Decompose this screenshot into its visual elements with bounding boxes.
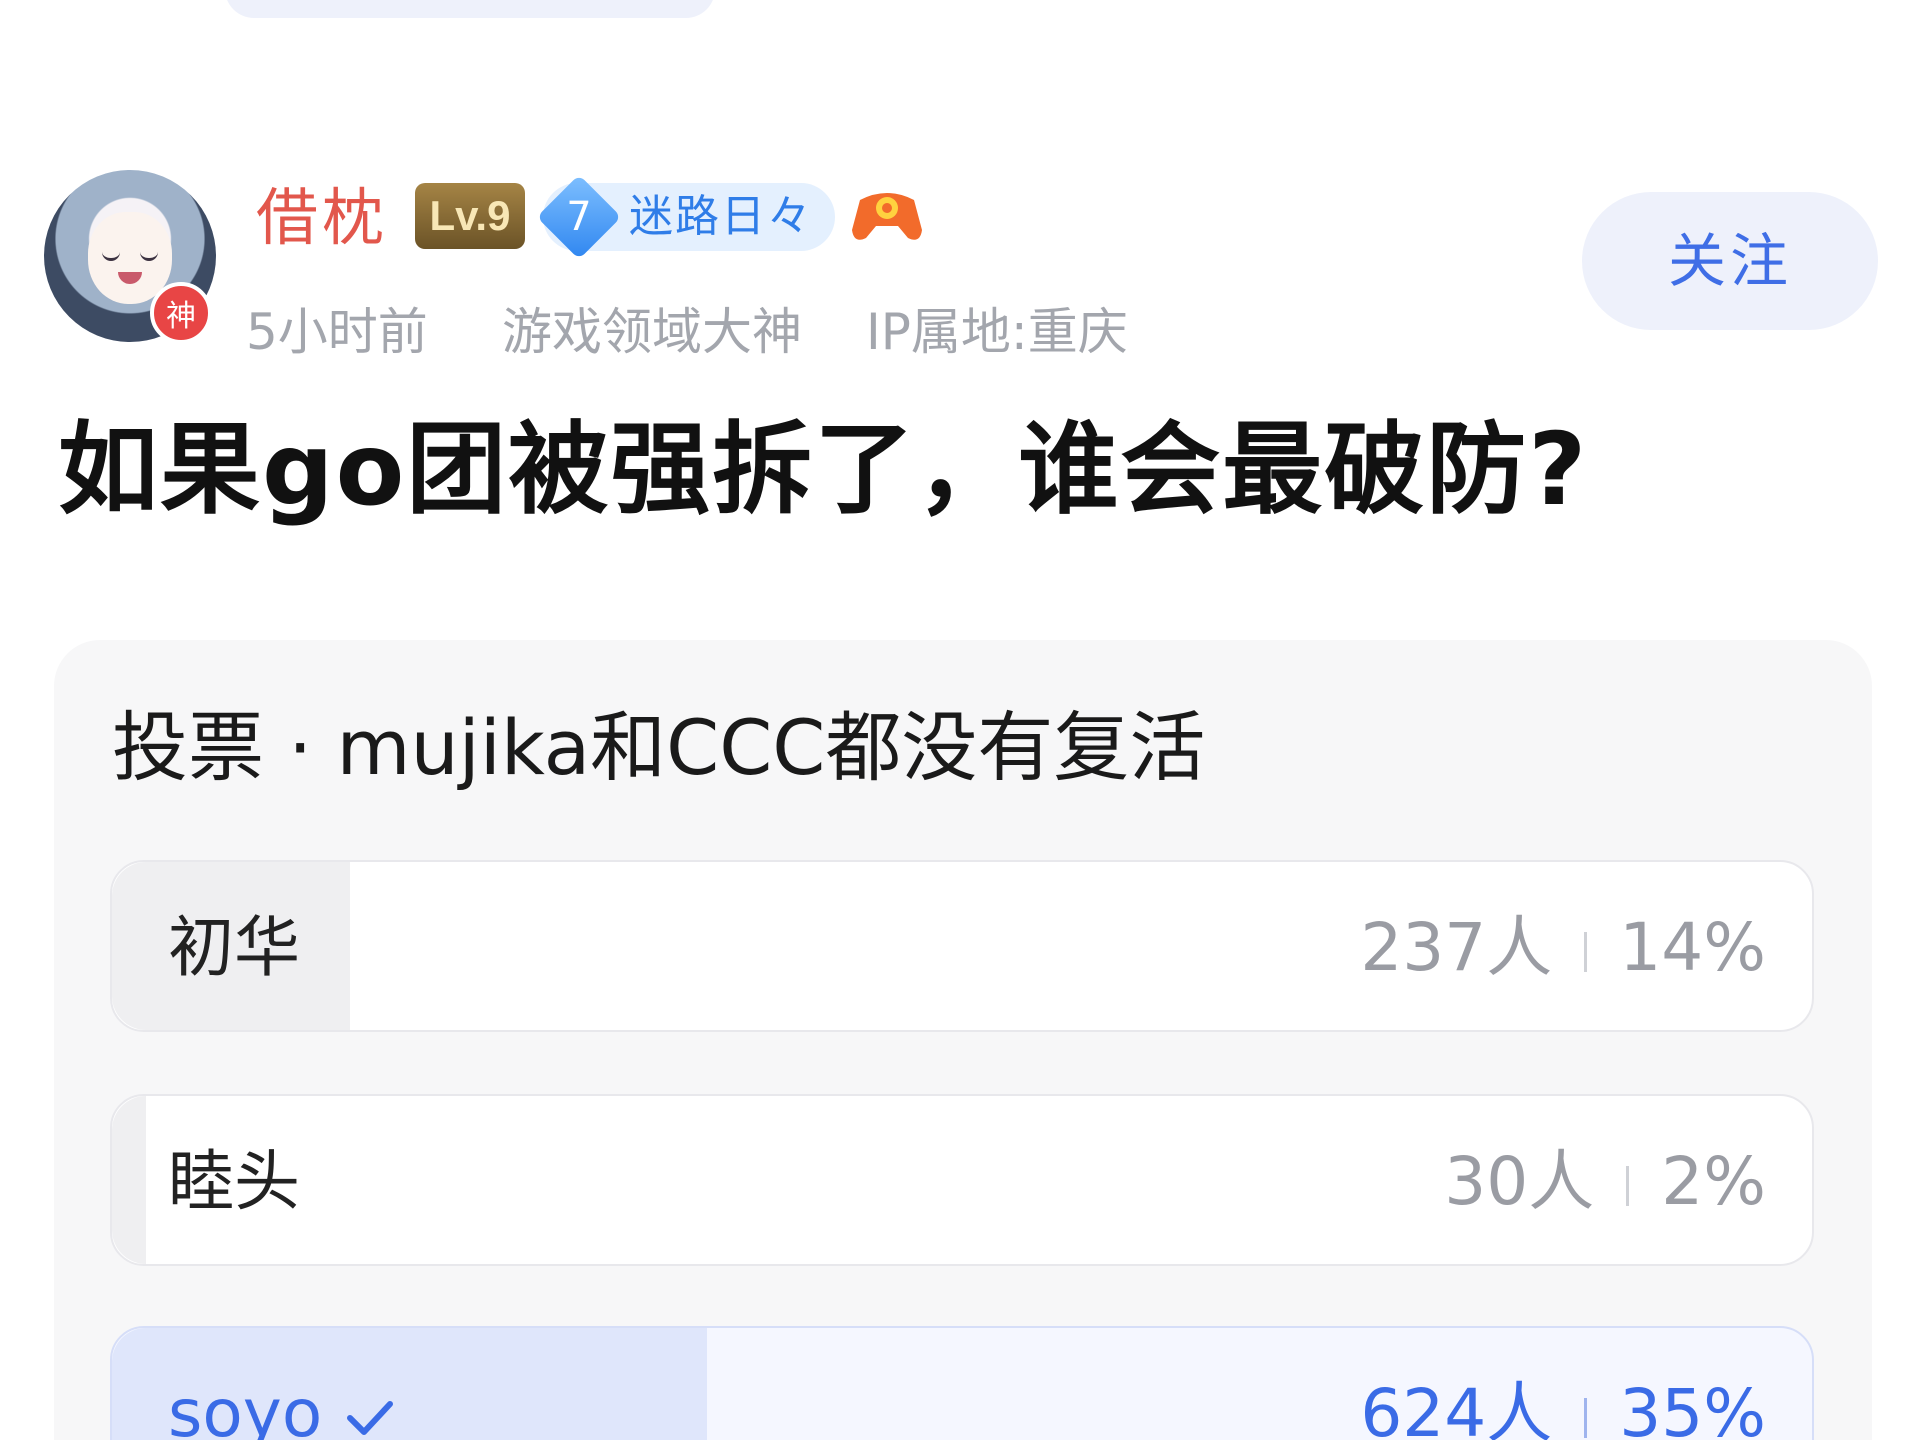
vote-option-count: 30人 [1444,1143,1595,1220]
username[interactable]: 借枕 [256,178,388,258]
vote-option-percent: 35% [1619,1375,1766,1440]
fan-badge[interactable]: 7 迷路日々 [543,183,835,251]
god-badge: 神 [150,282,212,344]
vote-option-count: 624人 [1360,1375,1553,1440]
fan-level-diamond-icon: 7 [543,183,615,251]
avatar-eye-right [140,250,158,261]
vote-option-stats: 624人 35% [1360,1328,1766,1440]
stats-divider [1626,1165,1630,1206]
vote-option-stats: 237人 14% [1360,862,1766,1030]
vote-option-label: 初华 [168,909,300,986]
vote-option-label: soyo [168,1328,398,1440]
check-icon [347,1400,394,1435]
ip-location: IP属地:重庆 [866,303,1128,361]
vote-option-stats: 30人 2% [1444,1096,1766,1264]
vote-option-selected[interactable]: soyo 624人 35% [110,1326,1814,1440]
stats-divider [1584,931,1588,972]
post-page: 神 借枕 Lv.9 7 迷路日々 5小时前 游戏领域大神 IP属地:重庆 关注 … [0,0,1920,1440]
post-title: 如果go团被强拆了，谁会最破防? [58,411,1589,528]
vote-option[interactable]: 初华 237人 14% [110,860,1814,1032]
game-controller-icon [852,193,922,240]
vote-title: 投票 · mujika和CCC都没有复活 [112,703,1206,792]
vote-option[interactable]: 睦头 30人 2% [110,1094,1814,1266]
post-time: 5小时前 [246,303,428,361]
vote-option-label: 睦头 [168,1143,300,1220]
author-title: 游戏领域大神 [502,303,802,361]
vote-option-label-text: soyo [168,1375,323,1440]
fan-level-number: 7 [566,194,592,240]
follow-button[interactable]: 关注 [1582,192,1878,330]
vote-option-count: 237人 [1360,909,1553,986]
level-badge: Lv.9 [415,183,525,249]
fan-badge-name: 迷路日々 [629,191,813,242]
vote-option-percent: 2% [1661,1143,1766,1220]
previous-item-pill[interactable] [225,0,715,18]
avatar-mouth [118,272,142,284]
avatar-eye-left [102,250,120,261]
stats-divider [1584,1397,1588,1438]
vote-option-percent: 14% [1619,909,1766,986]
vote-option-fill [112,1096,146,1264]
